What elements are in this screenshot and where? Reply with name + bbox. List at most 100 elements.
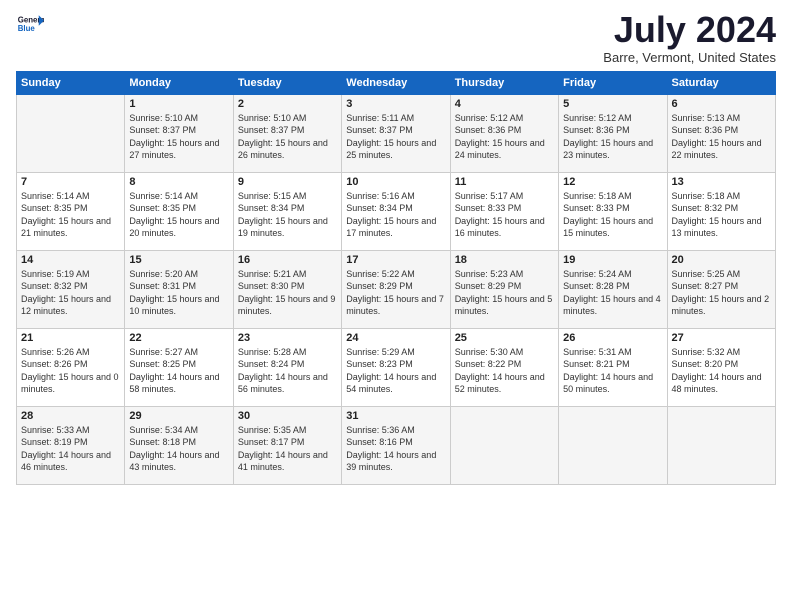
calendar-cell: 6 Sunrise: 5:13 AM Sunset: 8:36 PM Daylig… [667,94,775,172]
week-row-2: 7 Sunrise: 5:14 AM Sunset: 8:35 PM Daylig… [17,172,776,250]
week-row-3: 14 Sunrise: 5:19 AM Sunset: 8:32 PM Dayli… [17,250,776,328]
calendar-cell: 28Sunrise: 5:33 AM Sunset: 8:19 PM Dayli… [17,406,125,484]
calendar-table: SundayMondayTuesdayWednesdayThursdayFrid… [16,71,776,485]
cell-info: Sunrise: 5:18 AM Sunset: 8:32 PM Dayligh… [672,190,771,240]
cell-info: Sunrise: 5:26 AM Sunset: 8:26 PM Dayligh… [21,346,120,396]
calendar-cell: 8 Sunrise: 5:14 AM Sunset: 8:35 PM Daylig… [125,172,233,250]
day-number: 9 [238,176,337,188]
cell-info: Sunrise: 5:19 AM Sunset: 8:32 PM Dayligh… [21,268,120,318]
calendar-cell [450,406,558,484]
calendar-cell: 25Sunrise: 5:30 AM Sunset: 8:22 PM Dayli… [450,328,558,406]
calendar-cell: 23Sunrise: 5:28 AM Sunset: 8:24 PM Dayli… [233,328,341,406]
header-cell-thursday: Thursday [450,71,558,94]
calendar-cell [559,406,667,484]
day-number: 30 [238,410,337,422]
cell-info: Sunrise: 5:34 AM Sunset: 8:18 PM Dayligh… [129,424,228,474]
logo-icon: General Blue [16,10,44,38]
cell-info: Sunrise: 5:33 AM Sunset: 8:19 PM Dayligh… [21,424,120,474]
cell-info: Sunrise: 5:24 AM Sunset: 8:28 PM Dayligh… [563,268,662,318]
header-cell-monday: Monday [125,71,233,94]
cell-info: Sunrise: 5:20 AM Sunset: 8:31 PM Dayligh… [129,268,228,318]
title-block: July 2024 Barre, Vermont, United States [603,10,776,65]
day-number: 26 [563,332,662,344]
header-cell-saturday: Saturday [667,71,775,94]
week-row-5: 28Sunrise: 5:33 AM Sunset: 8:19 PM Dayli… [17,406,776,484]
cell-info: Sunrise: 5:10 AM Sunset: 8:37 PM Dayligh… [129,112,228,162]
cell-info: Sunrise: 5:15 AM Sunset: 8:34 PM Dayligh… [238,190,337,240]
calendar-cell: 13 Sunrise: 5:18 AM Sunset: 8:32 PM Dayli… [667,172,775,250]
calendar-cell [667,406,775,484]
calendar-cell: 10Sunrise: 5:16 AM Sunset: 8:34 PM Dayli… [342,172,450,250]
calendar-cell: 31 Sunrise: 5:36 AM Sunset: 8:16 PM Dayli… [342,406,450,484]
week-row-4: 21 Sunrise: 5:26 AM Sunset: 8:26 PM Dayli… [17,328,776,406]
logo: General Blue [16,10,44,38]
day-number: 17 [346,254,445,266]
week-row-1: 1 Sunrise: 5:10 AM Sunset: 8:37 PM Daylig… [17,94,776,172]
cell-info: Sunrise: 5:23 AM Sunset: 8:29 PM Dayligh… [455,268,554,318]
day-number: 21 [21,332,120,344]
month-title: July 2024 [603,10,776,50]
cell-info: Sunrise: 5:14 AM Sunset: 8:35 PM Dayligh… [21,190,120,240]
svg-text:Blue: Blue [18,24,36,33]
cell-info: Sunrise: 5:32 AM Sunset: 8:20 PM Dayligh… [672,346,771,396]
cell-info: Sunrise: 5:14 AM Sunset: 8:35 PM Dayligh… [129,190,228,240]
cell-info: Sunrise: 5:29 AM Sunset: 8:23 PM Dayligh… [346,346,445,396]
calendar-cell: 24 Sunrise: 5:29 AM Sunset: 8:23 PM Dayli… [342,328,450,406]
calendar-cell: 9 Sunrise: 5:15 AM Sunset: 8:34 PM Daylig… [233,172,341,250]
day-number: 20 [672,254,771,266]
day-number: 22 [129,332,228,344]
day-number: 4 [455,98,554,110]
cell-info: Sunrise: 5:16 AM Sunset: 8:34 PM Dayligh… [346,190,445,240]
day-number: 1 [129,98,228,110]
day-number: 24 [346,332,445,344]
cell-info: Sunrise: 5:12 AM Sunset: 8:36 PM Dayligh… [455,112,554,162]
calendar-cell: 18 Sunrise: 5:23 AM Sunset: 8:29 PM Dayli… [450,250,558,328]
day-number: 23 [238,332,337,344]
calendar-cell: 16 Sunrise: 5:21 AM Sunset: 8:30 PM Dayli… [233,250,341,328]
cell-info: Sunrise: 5:36 AM Sunset: 8:16 PM Dayligh… [346,424,445,474]
calendar-cell: 29Sunrise: 5:34 AM Sunset: 8:18 PM Dayli… [125,406,233,484]
header-row: SundayMondayTuesdayWednesdayThursdayFrid… [17,71,776,94]
cell-info: Sunrise: 5:22 AM Sunset: 8:29 PM Dayligh… [346,268,445,318]
day-number: 12 [563,176,662,188]
cell-info: Sunrise: 5:31 AM Sunset: 8:21 PM Dayligh… [563,346,662,396]
calendar-cell: 12 Sunrise: 5:18 AM Sunset: 8:33 PM Dayli… [559,172,667,250]
day-number: 16 [238,254,337,266]
cell-info: Sunrise: 5:11 AM Sunset: 8:37 PM Dayligh… [346,112,445,162]
calendar-cell: 7 Sunrise: 5:14 AM Sunset: 8:35 PM Daylig… [17,172,125,250]
header-cell-wednesday: Wednesday [342,71,450,94]
calendar-cell: 1 Sunrise: 5:10 AM Sunset: 8:37 PM Daylig… [125,94,233,172]
cell-info: Sunrise: 5:18 AM Sunset: 8:33 PM Dayligh… [563,190,662,240]
calendar-cell: 21 Sunrise: 5:26 AM Sunset: 8:26 PM Dayli… [17,328,125,406]
calendar-cell: 20Sunrise: 5:25 AM Sunset: 8:27 PM Dayli… [667,250,775,328]
header-cell-sunday: Sunday [17,71,125,94]
header: General Blue July 2024 Barre, Vermont, U… [16,10,776,65]
calendar-cell: 5 Sunrise: 5:12 AM Sunset: 8:36 PM Daylig… [559,94,667,172]
day-number: 8 [129,176,228,188]
day-number: 13 [672,176,771,188]
day-number: 27 [672,332,771,344]
calendar-cell [17,94,125,172]
cell-info: Sunrise: 5:21 AM Sunset: 8:30 PM Dayligh… [238,268,337,318]
calendar-cell: 17 Sunrise: 5:22 AM Sunset: 8:29 PM Dayli… [342,250,450,328]
day-number: 18 [455,254,554,266]
cell-info: Sunrise: 5:12 AM Sunset: 8:36 PM Dayligh… [563,112,662,162]
calendar-cell: 22 Sunrise: 5:27 AM Sunset: 8:25 PM Dayli… [125,328,233,406]
cell-info: Sunrise: 5:10 AM Sunset: 8:37 PM Dayligh… [238,112,337,162]
day-number: 2 [238,98,337,110]
day-number: 5 [563,98,662,110]
cell-info: Sunrise: 5:27 AM Sunset: 8:25 PM Dayligh… [129,346,228,396]
day-number: 6 [672,98,771,110]
calendar-cell: 26 Sunrise: 5:31 AM Sunset: 8:21 PM Dayli… [559,328,667,406]
calendar-cell: 2 Sunrise: 5:10 AM Sunset: 8:37 PM Daylig… [233,94,341,172]
day-number: 7 [21,176,120,188]
day-number: 11 [455,176,554,188]
page: General Blue July 2024 Barre, Vermont, U… [0,0,792,495]
cell-info: Sunrise: 5:13 AM Sunset: 8:36 PM Dayligh… [672,112,771,162]
day-number: 14 [21,254,120,266]
cell-info: Sunrise: 5:35 AM Sunset: 8:17 PM Dayligh… [238,424,337,474]
header-cell-friday: Friday [559,71,667,94]
day-number: 19 [563,254,662,266]
day-number: 31 [346,410,445,422]
calendar-cell: 14 Sunrise: 5:19 AM Sunset: 8:32 PM Dayli… [17,250,125,328]
